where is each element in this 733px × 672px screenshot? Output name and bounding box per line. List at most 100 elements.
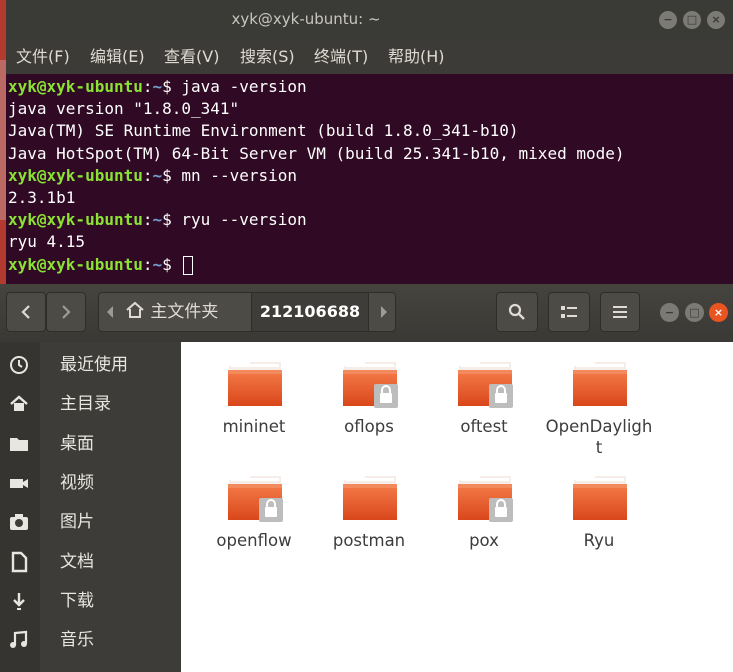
sidebar-item-music[interactable]: 音乐 bbox=[0, 621, 181, 660]
files-minimize-button[interactable]: − bbox=[660, 303, 679, 322]
sidebar-item-home[interactable]: 主目录 bbox=[0, 385, 181, 424]
folder-label: pox bbox=[469, 531, 499, 550]
terminal-menubar: 文件(F) 编辑(E) 查看(V) 搜索(S) 终端(T) 帮助(H) bbox=[6, 40, 733, 74]
folder-label: oftest bbox=[460, 417, 508, 436]
close-button[interactable]: × bbox=[707, 11, 725, 29]
sidebar-item-desktop[interactable]: 桌面 bbox=[0, 425, 181, 464]
folder-label: openflow bbox=[216, 531, 292, 550]
minimize-icon: − bbox=[663, 13, 673, 26]
folder-item[interactable]: Ryu bbox=[544, 462, 654, 572]
terminal-line: 2.3.1b1 bbox=[8, 187, 76, 207]
download-icon bbox=[13, 593, 25, 610]
menu-terminal[interactable]: 终端(T) bbox=[314, 40, 368, 74]
files-headerbar[interactable]: 主文件夹 212106688 − □ × bbox=[0, 284, 733, 342]
path-bar[interactable]: 主文件夹 212106688 bbox=[98, 292, 396, 332]
menu-help[interactable]: 帮助(H) bbox=[388, 40, 445, 74]
minimize-icon: − bbox=[664, 306, 675, 319]
path-home-button[interactable]: 主文件夹 bbox=[125, 293, 249, 331]
terminal-titlebar[interactable]: xyk@xyk-ubuntu: ~ − □ × bbox=[6, 0, 733, 40]
folder-label: postman bbox=[332, 531, 406, 550]
folder-item[interactable]: OpenDaylight bbox=[544, 348, 654, 458]
list-view-icon bbox=[561, 306, 577, 318]
sidebar-item-label: 图片 bbox=[60, 512, 94, 532]
folder-icon bbox=[343, 362, 398, 408]
files-window[interactable]: 主文件夹 212106688 − □ × 最近使用 主目录 桌面 视频 图片 文… bbox=[0, 284, 733, 672]
path-left-arrow-icon bbox=[107, 306, 113, 318]
sidebar-item-documents[interactable]: 文档 bbox=[0, 543, 181, 582]
folder-item[interactable]: openflow bbox=[199, 462, 309, 572]
sidebar-item-label: 主目录 bbox=[60, 394, 111, 414]
folder-item[interactable]: oftest bbox=[429, 348, 539, 458]
terminal-cursor bbox=[183, 255, 194, 275]
folder-item[interactable]: oflops bbox=[314, 348, 424, 458]
path-current-button[interactable]: 212106688 bbox=[251, 293, 369, 331]
search-icon bbox=[508, 303, 525, 320]
file-view[interactable]: mininet oflops oftest OpenDaylight openflow p… bbox=[181, 342, 733, 672]
home-icon bbox=[126, 301, 144, 318]
clock-icon bbox=[10, 356, 28, 374]
maximize-icon: □ bbox=[689, 306, 700, 319]
hamburger-icon bbox=[613, 306, 627, 318]
sidebar-item-downloads[interactable]: 下载 bbox=[0, 582, 181, 621]
camera-icon bbox=[10, 514, 28, 530]
folder-icon bbox=[573, 362, 627, 406]
menu-button[interactable] bbox=[600, 292, 640, 332]
maximize-button[interactable]: □ bbox=[683, 11, 701, 29]
folder-icon bbox=[343, 476, 397, 520]
terminal-line: xyk@xyk-ubuntu:~$ mn --version bbox=[8, 165, 297, 185]
sidebar-item-label: 最近使用 bbox=[60, 355, 128, 375]
terminal-line: xyk@xyk-ubuntu:~$ java -version bbox=[8, 77, 307, 96]
folder-icon bbox=[228, 476, 283, 522]
video-icon bbox=[10, 479, 28, 488]
folder-label: oflops bbox=[344, 417, 394, 436]
terminal-line: ryu 4.15 bbox=[8, 232, 86, 252]
folder-icon bbox=[228, 362, 282, 406]
sidebar-item-label: 文档 bbox=[60, 552, 94, 572]
forward-button[interactable] bbox=[46, 292, 86, 332]
folder-item[interactable]: postman bbox=[314, 462, 424, 572]
sidebar-item-label: 视频 bbox=[60, 473, 94, 493]
terminal-line: Java(TM) SE Runtime Environment (build 1… bbox=[8, 121, 519, 141]
folder-item[interactable]: mininet bbox=[199, 348, 309, 458]
back-button[interactable] bbox=[6, 292, 46, 332]
sidebar-item-label: 下载 bbox=[60, 591, 94, 611]
sidebar-item-recent[interactable]: 最近使用 bbox=[0, 346, 181, 385]
terminal-title: xyk@xyk-ubuntu: ~ bbox=[231, 10, 381, 28]
search-button[interactable] bbox=[496, 292, 538, 332]
folder-label: OpenDaylight bbox=[545, 417, 653, 457]
chevron-left-icon bbox=[21, 305, 30, 319]
path-right-arrow-icon bbox=[381, 306, 387, 318]
menu-view[interactable]: 查看(V) bbox=[164, 40, 219, 74]
sidebar-item-videos[interactable]: 视频 bbox=[0, 464, 181, 503]
folder-icon bbox=[458, 362, 513, 408]
folder-icon bbox=[573, 476, 627, 520]
terminal-line: xyk@xyk-ubuntu:~$ bbox=[8, 254, 733, 276]
menu-search[interactable]: 搜索(S) bbox=[240, 40, 295, 74]
sidebar-item-label: 音乐 bbox=[60, 630, 94, 650]
sidebar-item-pictures[interactable]: 图片 bbox=[0, 503, 181, 542]
minimize-button[interactable]: − bbox=[659, 11, 677, 29]
view-toggle-button[interactable] bbox=[548, 292, 590, 332]
maximize-icon: □ bbox=[686, 13, 698, 26]
folder-item[interactable]: pox bbox=[429, 462, 539, 572]
folder-label: mininet bbox=[222, 417, 286, 436]
folder-label: Ryu bbox=[583, 531, 615, 550]
chevron-right-icon bbox=[62, 305, 71, 319]
menu-file[interactable]: 文件(F) bbox=[16, 40, 70, 74]
terminal-output[interactable]: xyk@xyk-ubuntu:~$ java -version java ver… bbox=[8, 76, 733, 287]
terminal-line: java version "1.8.0_341" bbox=[8, 99, 240, 119]
folder-icon bbox=[458, 476, 513, 522]
home-icon bbox=[10, 395, 28, 411]
sidebar-item-label: 桌面 bbox=[60, 434, 94, 454]
folder-icon bbox=[10, 438, 28, 451]
close-icon: × bbox=[711, 13, 721, 26]
files-close-button[interactable]: × bbox=[709, 303, 728, 322]
menu-edit[interactable]: 编辑(E) bbox=[90, 40, 145, 74]
music-icon bbox=[10, 630, 28, 648]
files-maximize-button[interactable]: □ bbox=[685, 303, 704, 322]
terminal-window[interactable]: xyk@xyk-ubuntu: ~ − □ × 文件(F) 编辑(E) 查看(V… bbox=[6, 0, 733, 287]
close-icon: × bbox=[713, 306, 724, 319]
places-sidebar: 最近使用 主目录 桌面 视频 图片 文档 下载 音乐 bbox=[0, 342, 181, 672]
path-home-label: 主文件夹 bbox=[150, 302, 219, 322]
document-icon bbox=[11, 551, 28, 573]
